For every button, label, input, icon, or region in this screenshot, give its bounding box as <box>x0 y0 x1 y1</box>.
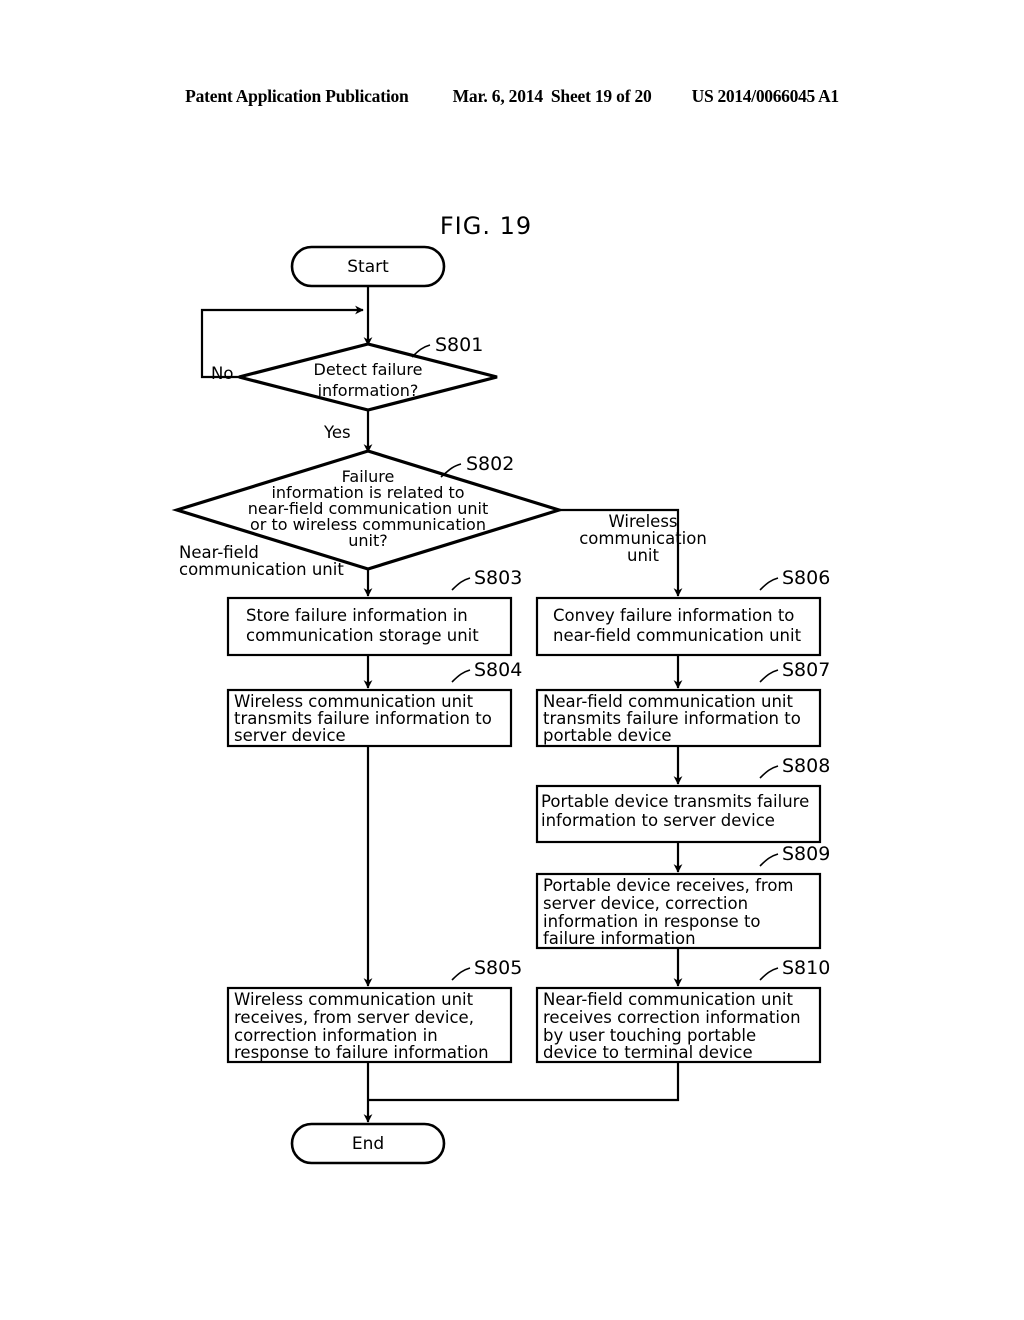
process-s803-line-2: communication storage unit <box>246 626 479 645</box>
process-s806-line-2: near-field communication unit <box>553 626 802 645</box>
step-label-s809: S809 <box>782 843 830 865</box>
end-label: End <box>352 1134 384 1154</box>
process-s810-line-2: receives correction information <box>543 1008 801 1027</box>
step-label-s808: S808 <box>782 755 830 777</box>
leader-s808 <box>759 765 779 779</box>
process-s803-line-1: Store failure information in <box>246 606 468 625</box>
figure-label: FIG. 19 <box>440 212 532 240</box>
decision-s801-line-1: Detect failure <box>314 360 423 379</box>
branch-label-yes-s801: Yes <box>323 423 351 442</box>
start-label: Start <box>347 257 389 277</box>
process-s808-line-2: information to server device <box>541 811 775 830</box>
process-s808-line-1: Portable device transmits failure <box>541 792 809 811</box>
branch-label-no-s801: No <box>211 364 233 383</box>
leader-s806 <box>759 577 779 591</box>
branch-label-nearfield-line-2: communication unit <box>179 560 344 579</box>
decision-s801-line-2: information? <box>318 381 419 400</box>
step-label-s801: S801 <box>435 334 483 356</box>
step-label-s810: S810 <box>782 957 830 979</box>
leader-s803 <box>451 577 471 591</box>
leader-s809 <box>759 853 779 867</box>
step-label-s806: S806 <box>782 567 830 589</box>
leader-s801 <box>411 344 431 358</box>
leader-s805 <box>451 967 471 981</box>
process-s805-line-2: receives, from server device, <box>234 1008 474 1027</box>
process-s807-line-3: portable device <box>543 726 672 745</box>
process-s804-line-3: server device <box>234 726 346 745</box>
process-s805-line-1: Wireless communication unit <box>234 990 474 1009</box>
process-s810-line-1: Near-field communication unit <box>543 990 793 1009</box>
step-label-s805: S805 <box>474 957 522 979</box>
step-label-s807: S807 <box>782 659 830 681</box>
leader-s804 <box>451 669 471 683</box>
process-s809-line-4: failure information <box>543 929 696 948</box>
step-label-s804: S804 <box>474 659 522 681</box>
step-label-s802: S802 <box>466 453 514 475</box>
process-s810-line-4: device to terminal device <box>543 1043 753 1062</box>
decision-s802-line-5: unit? <box>348 531 388 550</box>
flowchart-diagram: FIG. 19 Start Detect failure information… <box>171 212 830 1165</box>
process-s809-line-1: Portable device receives, from <box>543 876 794 895</box>
leader-s810 <box>759 967 779 981</box>
connector-s810-merge <box>368 1062 680 1102</box>
patent-drawing-page: Patent Application Publication Mar. 6, 2… <box>0 0 1024 1320</box>
branch-label-wireless-line-3: unit <box>627 546 659 565</box>
process-s805-line-4: response to failure information <box>234 1043 489 1062</box>
leader-s807 <box>759 669 779 683</box>
process-s809-line-2: server device, correction <box>543 894 748 913</box>
process-s806-line-1: Convey failure information to <box>553 606 794 625</box>
step-label-s803: S803 <box>474 567 522 589</box>
